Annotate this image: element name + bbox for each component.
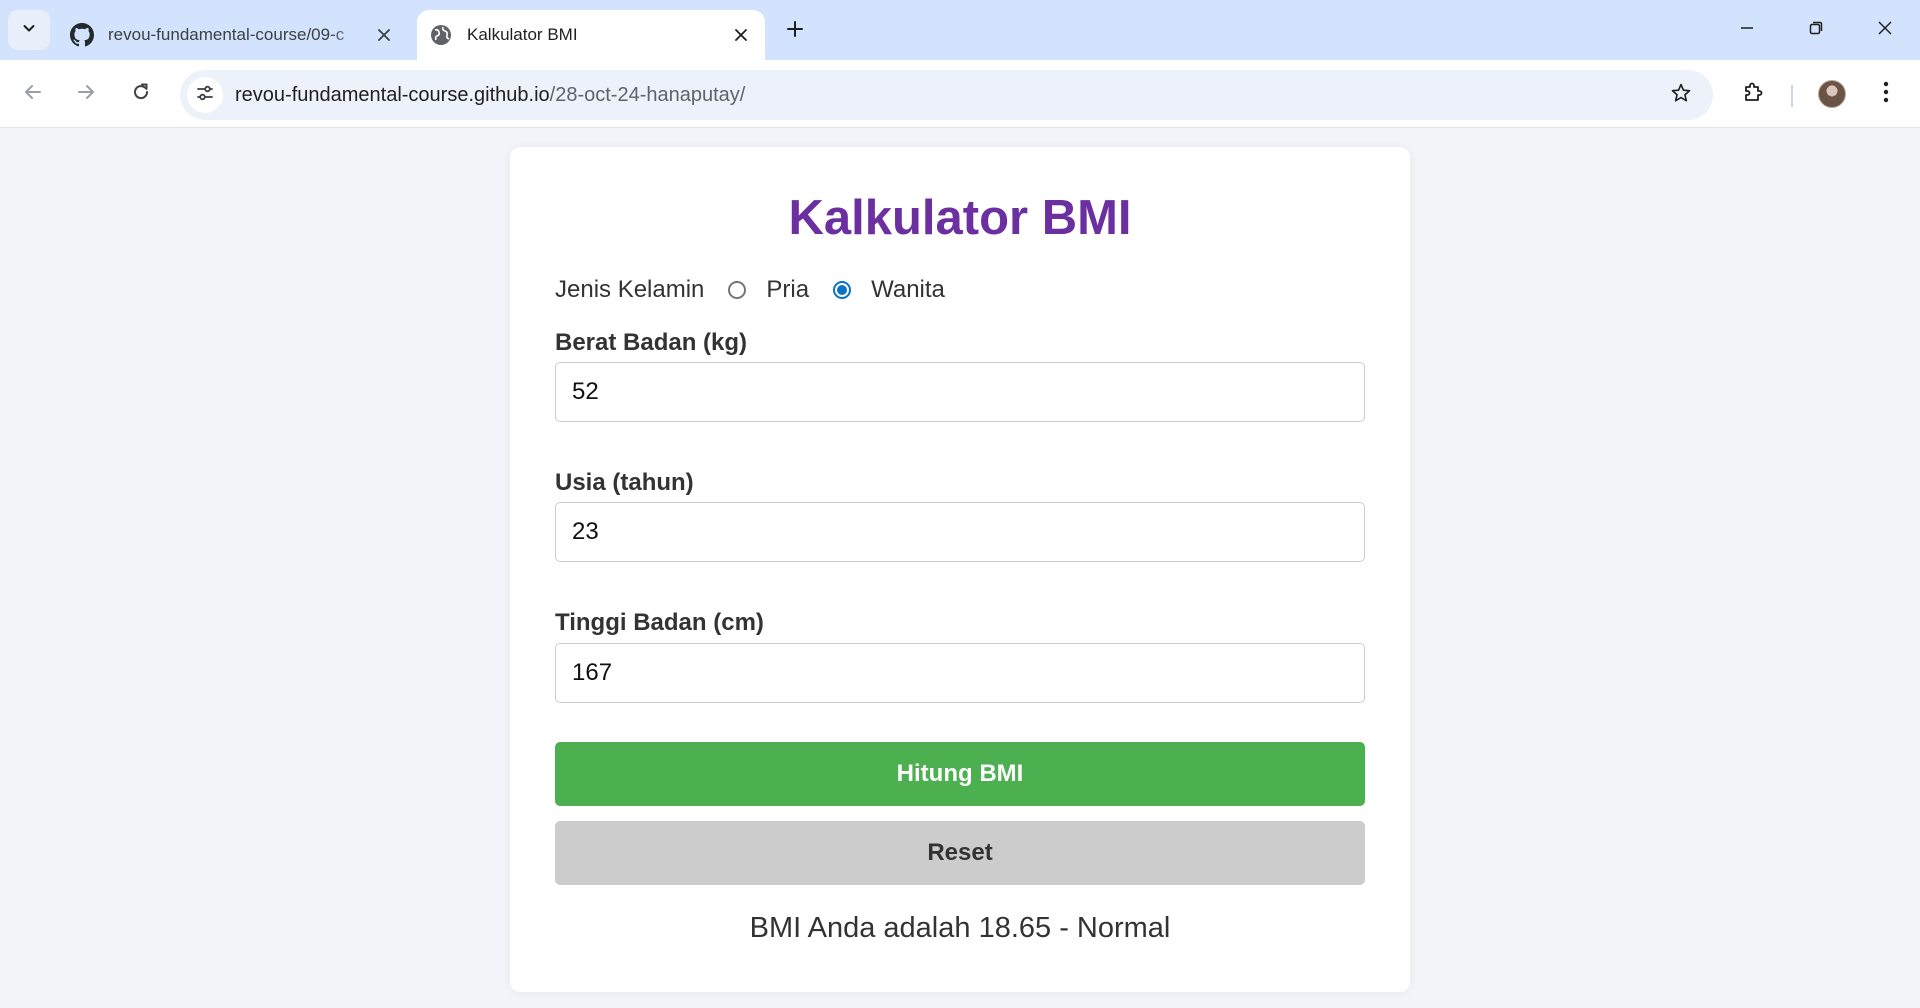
radio-pria[interactable] [728, 281, 747, 299]
profile-button[interactable] [1812, 74, 1852, 114]
forward-button[interactable] [66, 74, 106, 114]
bmi-result: BMI Anda adalah 18.65 - Normal [749, 912, 1171, 944]
close-icon[interactable] [370, 21, 398, 49]
height-input[interactable] [555, 643, 1365, 703]
height-label: Tinggi Badan (cm) [555, 609, 764, 636]
tab-title: Kalkulator BMI [467, 25, 578, 44]
bmi-calculator-card: Kalkulator BMI Jenis Kelamin Pria Wanita… [510, 147, 1410, 992]
minimize-button[interactable] [1724, 8, 1770, 52]
avatar [1818, 80, 1846, 108]
page-title: Kalkulator BMI [788, 191, 1132, 245]
tab-kalkulator-bmi[interactable]: Kalkulator BMI [417, 10, 765, 60]
calculate-bmi-button[interactable]: Hitung BMI [555, 742, 1365, 806]
tab-github[interactable]: revou-fundamental-course/09-c [58, 10, 408, 60]
url-text: revou-fundamental-course.github.io/28-oc… [235, 84, 745, 107]
new-tab-button[interactable] [779, 15, 811, 47]
restore-icon [1808, 20, 1824, 41]
weight-label: Berat Badan (kg) [555, 329, 748, 356]
gender-label: Jenis Kelamin [555, 276, 705, 303]
toolbar-divider [1791, 85, 1793, 107]
reload-icon [131, 82, 151, 107]
close-icon[interactable] [727, 21, 755, 49]
minimize-icon [1739, 20, 1755, 41]
back-button[interactable] [13, 74, 53, 114]
close-window-button[interactable] [1862, 8, 1908, 52]
tune-icon [195, 83, 215, 108]
github-icon [70, 23, 94, 47]
bookmark-button[interactable] [1663, 77, 1699, 113]
star-icon [1670, 82, 1692, 109]
tab-title: revou-fundamental-course/09-c [108, 25, 345, 44]
reset-button[interactable]: Reset [555, 821, 1365, 885]
puzzle-icon [1742, 80, 1766, 109]
chevron-down-icon [21, 20, 37, 41]
age-label: Usia (tahun) [555, 469, 694, 496]
address-bar[interactable]: revou-fundamental-course.github.io/28-oc… [180, 70, 1713, 120]
browser-toolbar: revou-fundamental-course.github.io/28-oc… [0, 60, 1920, 128]
more-vertical-icon [1883, 81, 1889, 108]
gender-selector: Jenis Kelamin Pria Wanita [555, 275, 945, 305]
radio-pria-label[interactable]: Pria [766, 276, 809, 304]
radio-wanita-label[interactable]: Wanita [871, 276, 945, 304]
plus-icon [786, 20, 804, 43]
close-icon [1877, 20, 1893, 41]
tab-strip: revou-fundamental-course/09-c Kalkulator… [0, 0, 1920, 60]
weight-input[interactable] [555, 362, 1365, 422]
arrow-right-icon [76, 82, 96, 107]
tab-search-button[interactable] [8, 10, 50, 50]
restore-button[interactable] [1793, 8, 1839, 52]
age-input[interactable] [555, 502, 1365, 562]
radio-wanita[interactable] [833, 281, 852, 299]
arrow-left-icon [23, 82, 43, 107]
globe-icon [429, 23, 453, 47]
menu-button[interactable] [1866, 74, 1906, 114]
url-host: revou-fundamental-course.github.io [235, 83, 550, 106]
url-path: /28-oct-24-hanaputay/ [549, 83, 746, 106]
extensions-button[interactable] [1734, 74, 1774, 114]
site-info-button[interactable] [187, 77, 223, 113]
reload-button[interactable] [121, 74, 161, 114]
